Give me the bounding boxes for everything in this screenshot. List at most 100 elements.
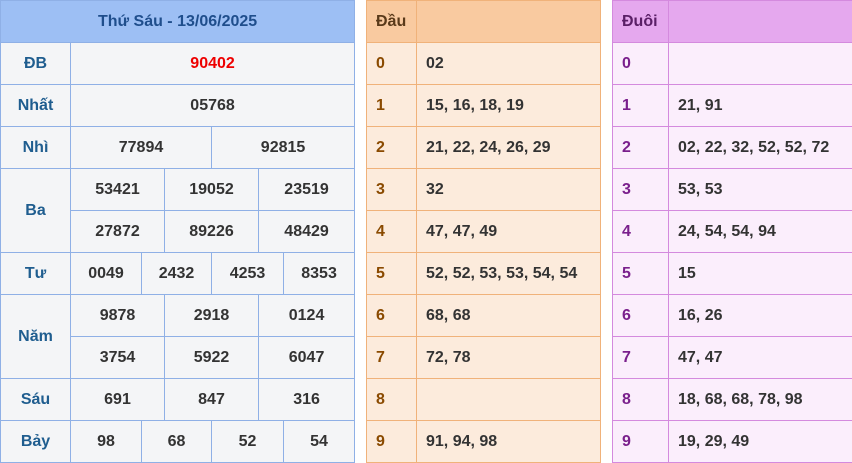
dau-key: 2 (366, 126, 417, 169)
dau-row: 1 15, 16, 18, 19 (366, 84, 601, 127)
dau-header-row: Đầu (366, 0, 601, 43)
duoi-row: 1 21, 91 (612, 84, 852, 127)
duoi-row: 7 47, 47 (612, 336, 852, 379)
prize-value: 847 (164, 378, 259, 421)
prize-row-nam: Năm 9878 2918 0124 (0, 294, 356, 379)
duoi-values: 18, 68, 68, 78, 98 (668, 378, 852, 421)
prize-value: 27872 (70, 210, 165, 253)
prize-value: 8353 (282, 252, 356, 295)
dau-row: 2 21, 22, 24, 26, 29 (366, 126, 601, 169)
prize-label-db: ĐB (0, 42, 71, 85)
prize-value: 0124 (257, 294, 356, 337)
results-table: Thứ Sáu - 13/06/2025 ĐB 90402 Nhất 05768… (0, 0, 356, 463)
duoi-key: 7 (612, 336, 669, 379)
prize-value: 48429 (257, 210, 356, 253)
prize-value: 9878 (70, 294, 165, 337)
duoi-header-empty (668, 0, 852, 43)
duoi-header: Đuôi (612, 0, 669, 43)
duoi-key: 5 (612, 252, 669, 295)
dau-key: 0 (366, 42, 417, 85)
dau-table: Đầu 0 02 1 15, 16, 18, 19 2 21, 22, 24, 26, 2… (366, 0, 601, 463)
prize-row-db: ĐB 90402 (0, 42, 356, 85)
duoi-key: 3 (612, 168, 669, 211)
dau-key: 1 (366, 84, 417, 127)
prize-value: 54 (282, 420, 356, 463)
prize-value: 316 (257, 378, 356, 421)
dau-header-empty (416, 0, 601, 43)
dau-values: 02 (416, 42, 601, 85)
duoi-table: Đuôi 0 1 21, 91 2 02, 22, 32, 52, 52, 72 3 53,… (612, 0, 852, 463)
duoi-row: 2 02, 22, 32, 52, 52, 72 (612, 126, 852, 169)
dau-row: 0 02 (366, 42, 601, 85)
duoi-key: 9 (612, 420, 669, 463)
prize-value: 53421 (70, 168, 165, 211)
prize-value: 77894 (70, 126, 212, 169)
prize-value: 90402 (69, 42, 356, 85)
dau-values: 21, 22, 24, 26, 29 (416, 126, 601, 169)
duoi-key: 8 (612, 378, 669, 421)
prize-label-nhi: Nhì (0, 126, 71, 169)
duoi-key: 0 (612, 42, 669, 85)
dau-values: 15, 16, 18, 19 (416, 84, 601, 127)
prize-label-ba: Ba (0, 168, 71, 253)
duoi-row: 3 53, 53 (612, 168, 852, 211)
prize-row-sau: Sáu 691 847 316 (0, 378, 356, 421)
prize-value: 4253 (211, 252, 284, 295)
prize-value: 3754 (70, 336, 165, 379)
prize-value: 89226 (164, 210, 259, 253)
dau-key: 7 (366, 336, 417, 379)
prize-row-ba: Ba 53421 19052 23519 (0, 168, 356, 253)
dau-values: 52, 52, 53, 53, 54, 54 (416, 252, 601, 295)
dau-key: 6 (366, 294, 417, 337)
duoi-key: 1 (612, 84, 669, 127)
dau-row: 8 (366, 378, 601, 421)
dau-row: 5 52, 52, 53, 53, 54, 54 (366, 252, 601, 295)
dau-row: 9 91, 94, 98 (366, 420, 601, 463)
duoi-values: 21, 91 (668, 84, 852, 127)
duoi-row: 8 18, 68, 68, 78, 98 (612, 378, 852, 421)
prize-row-nhat: Nhất 05768 (0, 84, 356, 127)
duoi-key: 6 (612, 294, 669, 337)
prize-row-nhi: Nhì 77894 92815 (0, 126, 356, 169)
dau-key: 5 (366, 252, 417, 295)
duoi-row: 9 19, 29, 49 (612, 420, 852, 463)
dau-key: 9 (366, 420, 417, 463)
prize-value: 2918 (164, 294, 259, 337)
dau-values: 32 (416, 168, 601, 211)
dau-values: 68, 68 (416, 294, 601, 337)
dau-key: 3 (366, 168, 417, 211)
prize-value: 68 (141, 420, 212, 463)
prize-value: 6047 (257, 336, 356, 379)
dau-row: 6 68, 68 (366, 294, 601, 337)
dau-key: 8 (366, 378, 417, 421)
duoi-row: 4 24, 54, 54, 94 (612, 210, 852, 253)
duoi-values (668, 42, 852, 85)
prize-value: 92815 (210, 126, 356, 169)
dau-key: 4 (366, 210, 417, 253)
prize-label-tu: Tư (0, 252, 71, 295)
prize-value: 5922 (164, 336, 259, 379)
prize-value: 2432 (141, 252, 212, 295)
dau-row: 3 32 (366, 168, 601, 211)
prize-value: 52 (211, 420, 284, 463)
prize-row-tu: Tư 0049 2432 4253 8353 (0, 252, 356, 295)
dau-values: 47, 47, 49 (416, 210, 601, 253)
dau-row: 7 72, 78 (366, 336, 601, 379)
results-title: Thứ Sáu - 13/06/2025 (0, 0, 356, 43)
dau-values: 91, 94, 98 (416, 420, 601, 463)
duoi-row: 0 (612, 42, 852, 85)
duoi-values: 53, 53 (668, 168, 852, 211)
prize-value: 691 (70, 378, 165, 421)
duoi-values: 24, 54, 54, 94 (668, 210, 852, 253)
prize-value: 0049 (70, 252, 142, 295)
duoi-values: 47, 47 (668, 336, 852, 379)
duoi-values: 16, 26 (668, 294, 852, 337)
duoi-values: 19, 29, 49 (668, 420, 852, 463)
dau-header: Đầu (366, 0, 417, 43)
duoi-values: 02, 22, 32, 52, 52, 72 (668, 126, 852, 169)
dau-values (416, 378, 601, 421)
duoi-values: 15 (668, 252, 852, 295)
prize-label-bay: Bảy (0, 420, 71, 463)
prize-value: 05768 (69, 84, 356, 127)
prize-value: 98 (70, 420, 142, 463)
